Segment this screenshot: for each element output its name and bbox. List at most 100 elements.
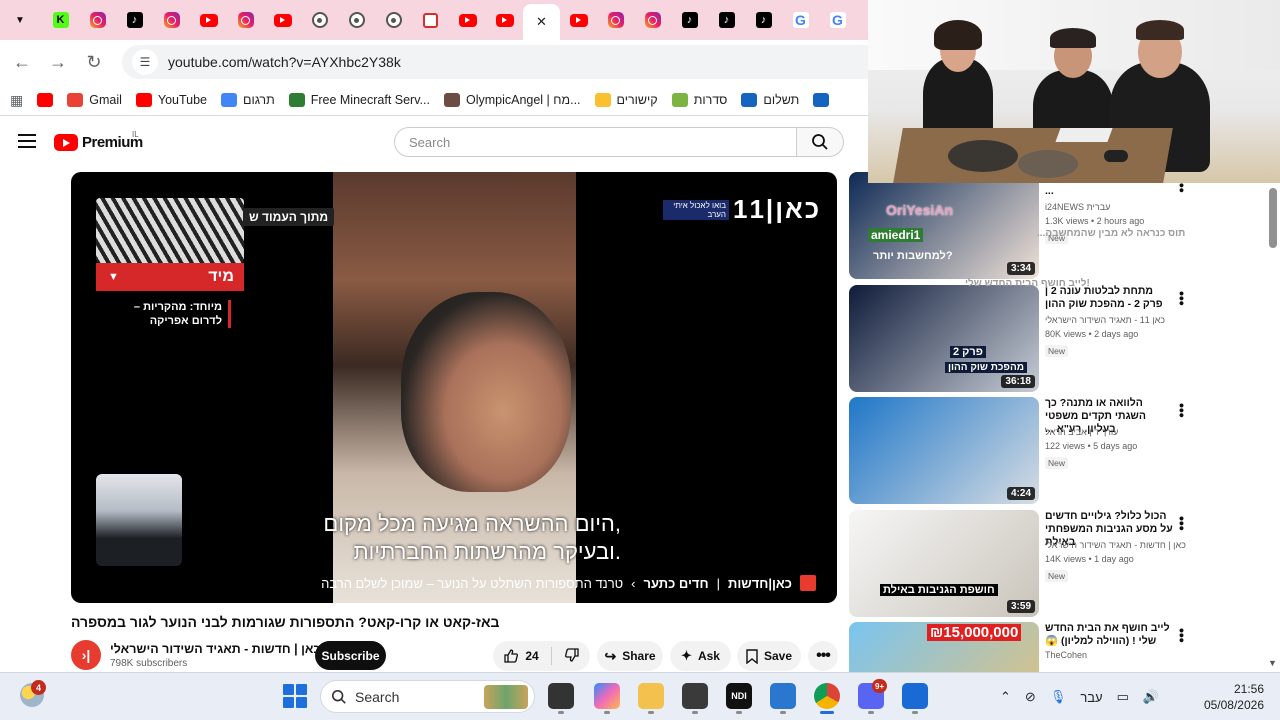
- tab-5[interactable]: [227, 4, 264, 36]
- youtube-icon: [37, 93, 54, 107]
- youtube-logo[interactable]: Premium: [54, 134, 143, 151]
- reload-button[interactable]: ↻: [76, 45, 112, 81]
- bookmark-item[interactable]: OlympicAngel | מח...: [443, 93, 581, 107]
- more-vertical-icon[interactable]: •••: [1174, 291, 1190, 306]
- more-vertical-icon[interactable]: •••: [1174, 628, 1190, 643]
- video-thumbnail[interactable]: 4:24: [849, 397, 1039, 504]
- video-player[interactable]: ▼ מיד מיוחד: מהקריות – לדרום אפריקה מתוך…: [71, 172, 837, 603]
- address-bar[interactable]: ☰ youtube.com/watch?v=AYXhbc2Y38k: [122, 45, 882, 79]
- tab-20[interactable]: G: [782, 4, 819, 36]
- back-button[interactable]: ←: [4, 45, 40, 81]
- volume-icon[interactable]: 🔊: [1143, 689, 1159, 705]
- subscribe-button[interactable]: Subscribe: [315, 641, 386, 670]
- more-vertical-icon[interactable]: •••: [1174, 403, 1190, 418]
- more-actions-button[interactable]: •••: [808, 641, 838, 671]
- tab-10[interactable]: [412, 4, 449, 36]
- teamviewer-icon[interactable]: [902, 683, 928, 709]
- like-button[interactable]: 24: [503, 648, 539, 664]
- copilot-icon[interactable]: [594, 683, 620, 709]
- bookmark-item[interactable]: תרגום: [221, 93, 275, 107]
- tab-21[interactable]: G: [819, 4, 856, 36]
- file-explorer-icon[interactable]: [638, 683, 664, 709]
- youtube-icon: [495, 13, 514, 27]
- bookmark-item[interactable]: Gmail: [67, 93, 122, 107]
- tab-18[interactable]: ♪: [708, 4, 745, 36]
- google-icon: G: [792, 12, 809, 28]
- tab-8[interactable]: [338, 4, 375, 36]
- bookmark-item[interactable]: [37, 93, 54, 107]
- tab-2[interactable]: ♪: [116, 4, 153, 36]
- notepad-icon[interactable]: [770, 683, 796, 709]
- save-button[interactable]: Save: [737, 641, 801, 671]
- bookmark-label: תשלום: [763, 93, 800, 107]
- tab-12[interactable]: [486, 4, 523, 36]
- task-view-icon[interactable]: [548, 683, 574, 709]
- tab-9[interactable]: [375, 4, 412, 36]
- google-icon: G: [829, 12, 846, 28]
- dislike-button[interactable]: [564, 647, 580, 666]
- video-thumbnail[interactable]: 36:18: [849, 285, 1039, 392]
- video-thumbnail[interactable]: 3:34: [849, 172, 1039, 279]
- menu-icon[interactable]: [18, 134, 36, 148]
- bookmark-item[interactable]: YouTube: [135, 93, 207, 107]
- recommended-video[interactable]: 3:34מוכרת את אותו מוצר סיני - ...i24NEWS…: [849, 172, 1269, 280]
- video-thumbnail[interactable]: 3:59: [849, 510, 1039, 617]
- tab-3[interactable]: [153, 4, 190, 36]
- bookmark-item[interactable]: תשלום: [741, 93, 799, 107]
- video-meta: 1.3K views • 2 hours ago: [1045, 216, 1145, 226]
- recommended-video[interactable]: 3:59 הכול כלול? גילויים חדשים על מסע הגני…: [849, 510, 1269, 618]
- paypal-icon: [741, 93, 758, 107]
- instagram-icon: [607, 12, 624, 28]
- bookmark-item[interactable]: [813, 93, 830, 107]
- tab-search-dropdown[interactable]: ▼: [8, 8, 32, 32]
- tab-16[interactable]: [634, 4, 671, 36]
- chrome-icon[interactable]: [814, 683, 840, 709]
- chrome-icon: [348, 12, 365, 28]
- tab-1[interactable]: [79, 4, 116, 36]
- recommended-video[interactable]: 36:18 מתחת לבלטות עונה 2 | פרק 2 - מהפכת …: [849, 285, 1269, 393]
- ask-button[interactable]: ✦ Ask: [670, 641, 731, 671]
- ndi-icon[interactable]: NDI: [726, 683, 752, 709]
- scrollbar-thumb[interactable]: [1269, 188, 1277, 248]
- tab-13[interactable]: ✕: [523, 4, 560, 40]
- display-icon[interactable]: ▭: [1117, 689, 1129, 705]
- bookmark-item[interactable]: סדרות: [671, 93, 727, 107]
- scroll-down-arrow[interactable]: ▼: [1268, 658, 1277, 668]
- search-input[interactable]: Search: [394, 127, 798, 157]
- taskbar-search[interactable]: Search: [320, 680, 535, 713]
- tab-7[interactable]: [301, 4, 338, 36]
- bookmark-item[interactable]: קישורים: [594, 93, 658, 107]
- share-button[interactable]: ↪ Share: [597, 641, 663, 671]
- channel-name[interactable]: כאן | חדשות - תאגיד השידור הישראלי ✔: [110, 642, 332, 656]
- bookmark-item[interactable]: Free Minecraft Serv...: [288, 93, 430, 107]
- ticker-brand: כאן|חדשות: [727, 575, 792, 591]
- network-off-icon[interactable]: ⊘: [1025, 689, 1036, 705]
- microphone-icon[interactable]: 🎙: [1050, 689, 1067, 705]
- tab-strip: ▼ K ♪ ✕ ♪ ♪ ♪ G G: [0, 0, 868, 40]
- tab-17[interactable]: ♪: [671, 4, 708, 36]
- tab-0[interactable]: K: [42, 4, 79, 36]
- tab-15[interactable]: [597, 4, 634, 36]
- more-vertical-icon[interactable]: •••: [1174, 516, 1190, 531]
- start-button[interactable]: [283, 684, 307, 708]
- thumb-banner: חושפת הגניבות באילת: [880, 584, 998, 596]
- youtube-icon: [199, 13, 218, 27]
- davinci-icon[interactable]: [682, 683, 708, 709]
- tab-14[interactable]: [560, 4, 597, 36]
- apps-shortcut[interactable]: ▦: [10, 92, 23, 109]
- chevron-up-icon[interactable]: ⌃: [1000, 689, 1011, 705]
- tab-6[interactable]: [264, 4, 301, 36]
- tab-4[interactable]: [190, 4, 227, 36]
- tab-19[interactable]: ♪: [745, 4, 782, 36]
- forward-button[interactable]: →: [40, 45, 76, 81]
- recommended-video[interactable]: 4:24 הלוואה או מתנה? כך השגתי תקדים משפטי…: [849, 397, 1269, 505]
- site-info-icon[interactable]: ☰: [132, 49, 158, 75]
- tab-11[interactable]: [449, 4, 486, 36]
- language-indicator[interactable]: עבר: [1080, 690, 1102, 705]
- search-button[interactable]: [796, 127, 844, 157]
- channel-avatar[interactable]: ›|: [71, 640, 101, 670]
- clock[interactable]: 21:56 05/08/2026: [1198, 681, 1264, 713]
- more-horizontal-icon: •••: [816, 647, 831, 664]
- scrollbar[interactable]: [1268, 183, 1280, 670]
- video-frame-subject: [401, 292, 571, 492]
